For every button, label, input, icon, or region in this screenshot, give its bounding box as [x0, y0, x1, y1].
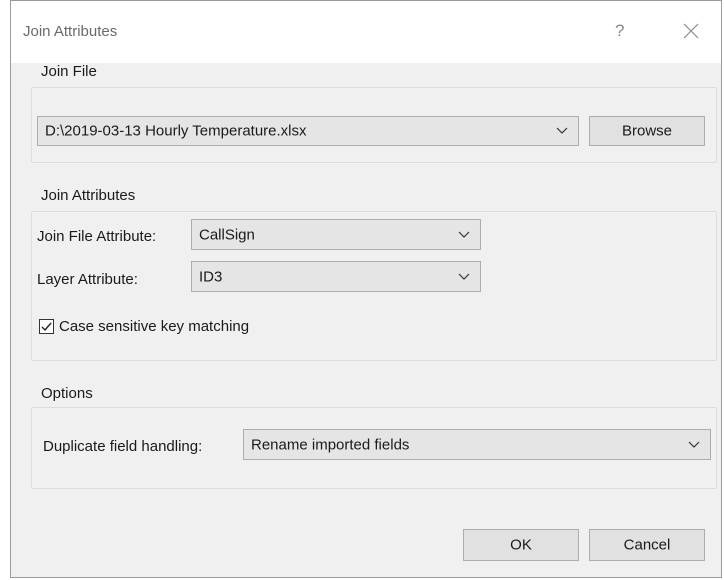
- ok-button[interactable]: OK: [463, 529, 579, 561]
- options-group-title: Options: [41, 385, 93, 402]
- title-bar: Join Attributes ?: [11, 1, 721, 63]
- join-file-attribute-value: CallSign: [199, 226, 255, 243]
- layer-attribute-dropdown[interactable]: ID3: [191, 261, 481, 292]
- window-title: Join Attributes: [23, 23, 118, 40]
- join-file-value: D:\2019-03-13 Hourly Temperature.xlsx: [45, 122, 307, 140]
- join-file-dropdown[interactable]: D:\2019-03-13 Hourly Temperature.xlsx: [37, 116, 579, 146]
- duplicate-handling-dropdown[interactable]: Rename imported fields: [243, 429, 711, 460]
- layer-attribute-value: ID3: [199, 268, 223, 285]
- join-file-group-title: Join File: [41, 63, 97, 80]
- ok-button-label: OK: [510, 536, 532, 554]
- join-file-attribute-label: Join File Attribute:: [37, 228, 157, 245]
- browse-button[interactable]: Browse: [589, 116, 705, 146]
- chevron-down-icon: [688, 441, 700, 449]
- chevron-down-icon: [556, 127, 568, 135]
- cancel-button[interactable]: Cancel: [589, 529, 705, 561]
- close-button[interactable]: [679, 19, 703, 43]
- chevron-down-icon: [458, 273, 470, 281]
- case-sensitive-label[interactable]: Case sensitive key matching: [59, 318, 249, 335]
- join-file-attribute-dropdown[interactable]: CallSign: [191, 219, 481, 250]
- check-icon: [41, 322, 52, 332]
- duplicate-handling-value: Rename imported fields: [251, 436, 410, 453]
- duplicate-handling-label: Duplicate field handling:: [43, 438, 203, 455]
- close-icon: [683, 23, 699, 39]
- chevron-down-icon: [458, 231, 470, 239]
- layer-attribute-label: Layer Attribute:: [37, 271, 138, 288]
- browse-button-label: Browse: [621, 122, 673, 140]
- join-attributes-dialog: Join Attributes ? Join File D:\2019-03-1…: [10, 0, 722, 578]
- cancel-button-label: Cancel: [623, 536, 671, 554]
- case-sensitive-checkbox[interactable]: [39, 319, 54, 334]
- help-button[interactable]: ?: [615, 21, 624, 41]
- join-attributes-group-title: Join Attributes: [41, 187, 136, 204]
